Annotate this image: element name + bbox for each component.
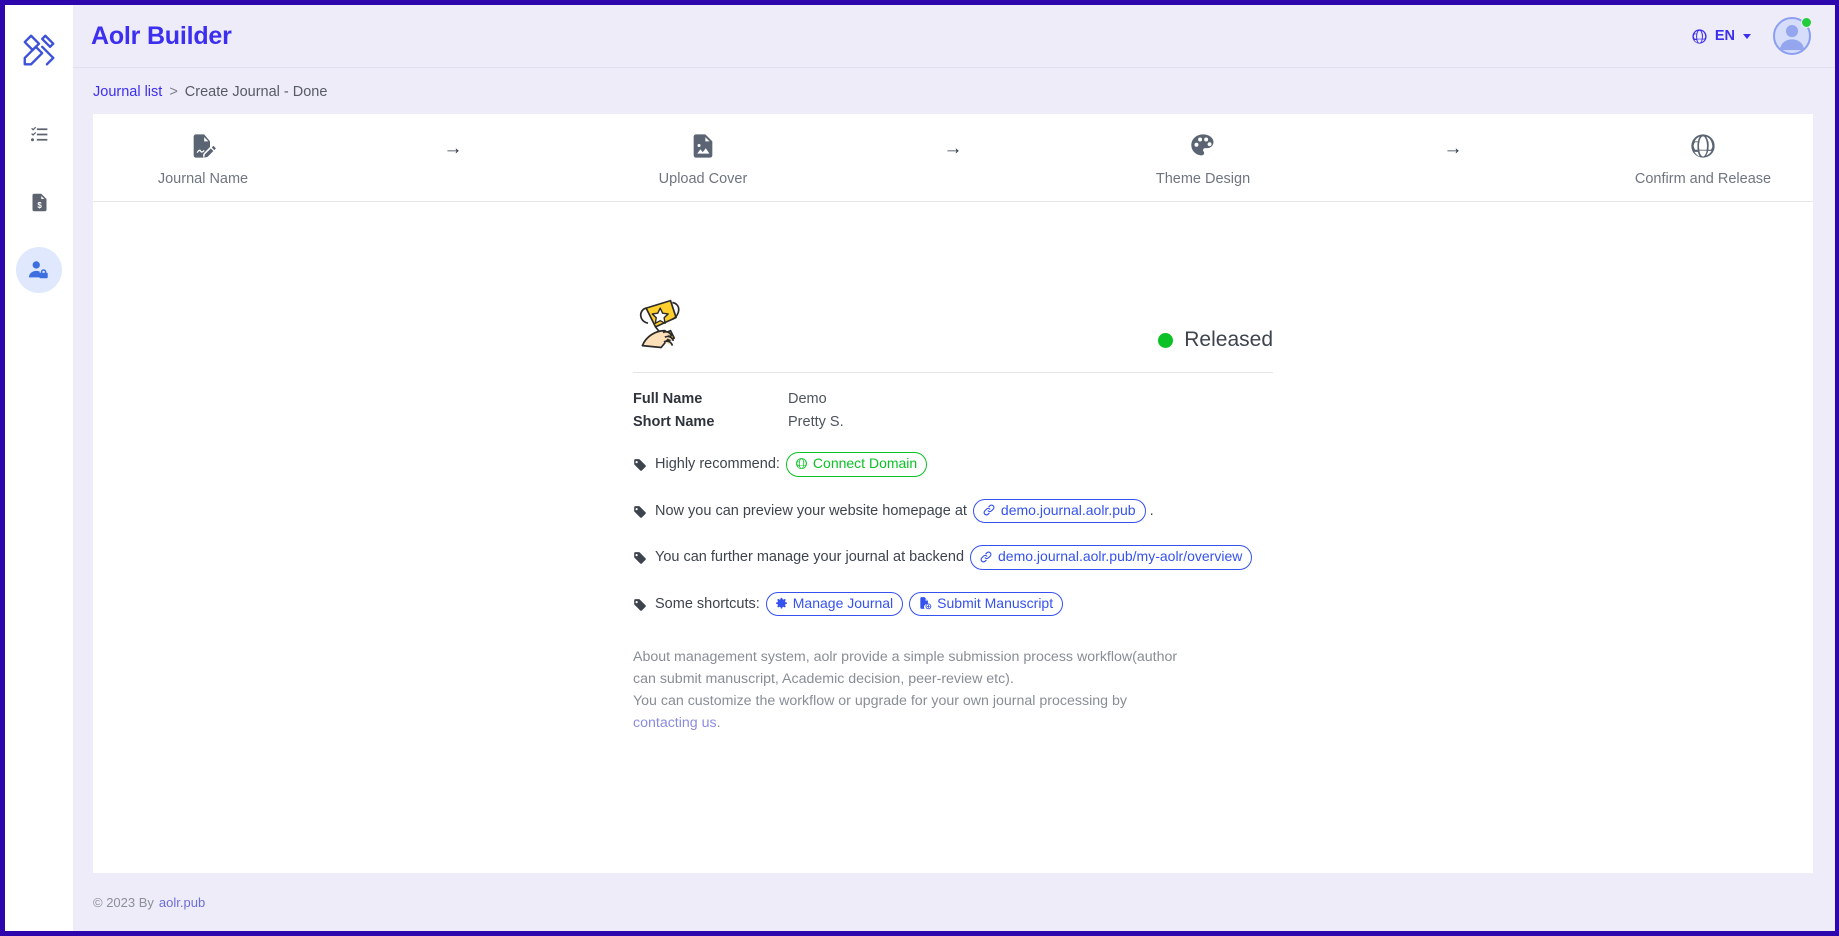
row-text: Highly recommend: [655,456,780,473]
row-text: Now you can preview your website homepag… [655,502,967,519]
row-shortcuts: Some shortcuts: Manage Journal Submit Ma… [633,591,1273,616]
chevron-down-icon [1743,33,1751,39]
crossed-pencil-ruler-icon [23,34,55,66]
step-journal-name[interactable]: Journal Name [93,132,313,187]
tag-icon [633,505,647,519]
about-text: About management system, aolr provide a … [633,646,1193,734]
row-backend: You can further manage your journal at b… [633,545,1273,570]
link-icon [983,504,995,516]
topbar-actions: EN [1691,17,1812,55]
step-label: Upload Cover [658,171,748,187]
link-icon [980,551,992,563]
pill-label: Submit Manuscript [937,594,1054,611]
app-window: $ Aolr Builder EN Journal list > Create … [5,5,1835,931]
invoice-dollar-icon: $ [32,193,46,211]
gear-icon [775,597,787,609]
breadcrumb: Journal list > Create Journal - Done [73,68,1835,114]
step-theme-design[interactable]: Theme Design [1093,132,1313,187]
sidebar-item-checklist[interactable] [16,111,62,157]
row-preview: Now you can preview your website homepag… [633,498,1273,523]
step-label: Journal Name [157,171,249,187]
row-trailing: . [1149,502,1154,519]
tag-icon [633,458,647,472]
language-switcher[interactable]: EN [1691,28,1751,45]
brand-logo[interactable] [16,27,62,73]
pill-label: demo.journal.aolr.pub/my-aolr/overview [998,548,1243,564]
wizard-stepper: Journal Name → Upload Cover → Theme Desi… [93,114,1813,202]
breadcrumb-separator: > [169,84,178,100]
sidebar-item-account[interactable] [16,247,62,293]
about-line-1: About management system, aolr provide a … [633,649,1178,687]
sidebar: $ [5,5,73,931]
result-content: Released Full Name Demo Short Name Prett… [93,202,1813,873]
submit-manuscript-button[interactable]: Submit Manuscript [909,591,1064,616]
about-line-2-suffix: . [716,715,721,731]
tag-icon [633,598,647,612]
main-column: Aolr Builder EN Journal list > Create Jo… [73,5,1835,931]
page-title: Aolr Builder [91,21,232,50]
breadcrumb-current: Create Journal - Done [184,84,328,100]
result-panel: Released Full Name Demo Short Name Prett… [633,294,1273,873]
backend-link-badge[interactable]: demo.journal.aolr.pub/my-aolr/overview [970,545,1253,570]
status-badge [1801,17,1812,28]
globe-icon [796,458,807,470]
step-arrow-3: → [1443,137,1463,159]
detail-key: Full Name [633,391,703,407]
manage-journal-button[interactable]: Manage Journal [765,591,904,616]
step-label: Theme Design [1155,171,1251,187]
file-upload-icon [920,597,932,610]
content-card: Journal Name → Upload Cover → Theme Desi… [93,114,1813,873]
account-menu[interactable] [1773,17,1812,55]
svg-text:$: $ [37,201,42,210]
topbar: Aolr Builder EN [73,5,1835,68]
homepage-link-badge[interactable]: demo.journal.aolr.pub [972,498,1146,523]
tag-icon [633,551,647,565]
pill-label: Manage Journal [792,594,894,611]
palette-icon [1191,134,1214,156]
detail-full-name: Full Name Demo [633,391,1273,407]
breadcrumb-link-journal-list[interactable]: Journal list [93,84,162,100]
globe-icon [1691,134,1715,158]
trophy-in-hand-icon [639,299,680,349]
about-line-2: You can customize the workflow or upgrad… [633,690,1193,734]
file-pen-icon [193,134,216,158]
about-line-2-prefix: You can customize the workflow or upgrad… [633,693,1127,709]
checklist-icon [30,126,47,141]
step-label: Confirm and Release [1634,171,1772,187]
step-confirm-release[interactable]: Confirm and Release [1593,132,1813,187]
language-label: EN [1714,28,1735,44]
connect-domain-button[interactable]: Connect Domain [785,452,928,477]
detail-short-name: Short Name Pretty S. [633,414,1273,430]
step-arrow-1: → [443,137,463,159]
file-image-icon [693,134,713,158]
row-text: You can further manage your journal at b… [655,549,965,566]
row-text: Some shortcuts: [655,595,760,612]
step-arrow-2: → [943,137,963,159]
user-lock-icon [28,261,48,279]
footer-copyright: © 2023 By [93,894,154,910]
status-dot-icon [1158,332,1174,348]
status-label: Released [1184,328,1273,351]
contact-us-link[interactable]: contacting us [633,715,717,731]
sidebar-item-billing[interactable]: $ [16,179,62,225]
footer-link[interactable]: aolr.pub [159,895,205,910]
pill-label: demo.journal.aolr.pub [1000,501,1136,518]
release-status: Released [1158,328,1273,356]
pill-label: Connect Domain [812,455,918,471]
detail-key: Short Name [633,414,715,430]
row-recommend: Highly recommend: Connect Domain [633,452,1273,477]
footer: © 2023 By aolr.pub [73,873,1835,931]
globe-icon [1692,28,1707,44]
detail-value: Demo [788,391,827,407]
result-header: Released [633,294,1273,373]
detail-value: Pretty S. [788,414,844,430]
step-upload-cover[interactable]: Upload Cover [593,132,813,187]
